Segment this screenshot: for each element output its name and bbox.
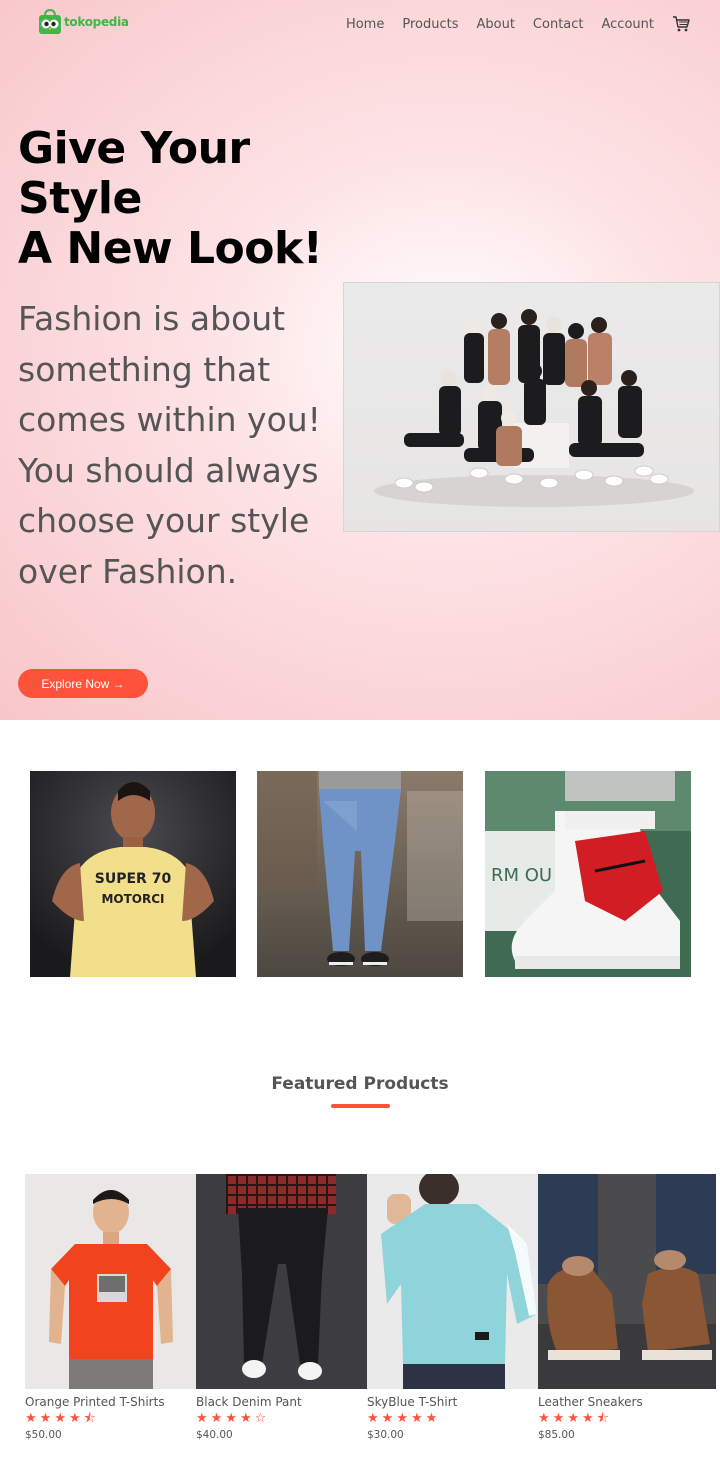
star-full-icon: ★ [425, 1411, 438, 1426]
nav-products-link[interactable]: Products [402, 17, 458, 32]
jeans-photo [257, 771, 463, 977]
product-name[interactable]: Black Denim Pant [196, 1395, 367, 1409]
star-full-icon: ★ [25, 1411, 37, 1426]
star-empty-icon: ☆ [254, 1411, 267, 1426]
hero-headline: Give Your Style A New Look! [18, 124, 338, 274]
product-image[interactable] [196, 1174, 367, 1389]
star-full-icon: ★ [239, 1411, 252, 1426]
featured-products-title: Featured Products [271, 1074, 449, 1094]
product-rating: ★ ★ ★ ★ ⯪ [538, 1412, 716, 1426]
product-image[interactable] [538, 1174, 716, 1389]
hero-tagline: Fashion is about something that comes wi… [18, 299, 321, 591]
product-price: $40.00 [196, 1429, 233, 1441]
category-tshirt-image[interactable]: SUPER 70 MOTORCI [30, 771, 236, 977]
product-image[interactable] [25, 1174, 196, 1389]
tokopedia-bag-icon [39, 9, 61, 34]
star-full-icon: ★ [552, 1411, 565, 1426]
star-full-icon: ★ [381, 1411, 394, 1426]
product-rating: ★ ★ ★ ★ ☆ [196, 1412, 367, 1426]
star-full-icon: ★ [396, 1411, 408, 1426]
sneakers-photo: RM OU [485, 771, 691, 977]
hero-section: tokopedia Home Products About Contact Ac… [0, 0, 720, 720]
product-card[interactable]: SkyBlue T-Shirt ★ ★ ★ ★ ★ $30.00 [367, 1174, 538, 1441]
skyblue-tshirt-photo [367, 1174, 538, 1389]
star-full-icon: ★ [39, 1411, 52, 1426]
star-full-icon: ★ [410, 1411, 423, 1426]
category-jeans-image[interactable] [257, 771, 463, 977]
star-half-icon: ⯪ [596, 1411, 609, 1426]
star-half-icon: ⯪ [83, 1411, 96, 1426]
hero-headline-line3: A New Look! [18, 223, 323, 274]
featured-title-underline [331, 1104, 390, 1108]
nav-about-link[interactable]: About [476, 17, 514, 32]
star-full-icon: ★ [68, 1411, 81, 1426]
star-full-icon: ★ [225, 1411, 237, 1426]
star-full-icon: ★ [196, 1411, 208, 1426]
product-rating: ★ ★ ★ ★ ★ [367, 1412, 538, 1426]
product-card[interactable]: Leather Sneakers ★ ★ ★ ★ ⯪ $85.00 [538, 1174, 716, 1441]
svg-text:MOTORCI: MOTORCI [101, 892, 164, 906]
product-price: $30.00 [367, 1429, 404, 1441]
nav-menu: Home Products About Contact Account [328, 16, 690, 32]
product-price: $85.00 [538, 1429, 575, 1441]
product-image[interactable] [367, 1174, 538, 1389]
hero-headline-line2: Style [18, 173, 142, 224]
star-full-icon: ★ [210, 1411, 223, 1426]
product-price: $50.00 [25, 1429, 62, 1441]
star-full-icon: ★ [581, 1411, 594, 1426]
product-name[interactable]: Orange Printed T-Shirts [25, 1395, 196, 1409]
svg-text:SUPER 70: SUPER 70 [95, 871, 172, 887]
nav-contact-link[interactable]: Contact [533, 17, 584, 32]
nav-account-link[interactable]: Account [602, 17, 655, 32]
star-full-icon: ★ [367, 1411, 379, 1426]
man-yellow-tshirt-photo: SUPER 70 MOTORCI [30, 771, 236, 977]
product-name[interactable]: Leather Sneakers [538, 1395, 716, 1409]
product-rating: ★ ★ ★ ★ ⯪ [25, 1412, 196, 1426]
product-card[interactable]: Orange Printed T-Shirts ★ ★ ★ ★ ⯪ $50.00 [25, 1174, 196, 1441]
svg-text:RM OU: RM OU [491, 865, 552, 886]
orange-tshirt-photo [25, 1174, 196, 1389]
star-full-icon: ★ [538, 1411, 550, 1426]
brand-name: tokopedia [64, 15, 129, 29]
product-card[interactable]: Black Denim Pant ★ ★ ★ ★ ☆ $40.00 [196, 1174, 367, 1441]
fashion-group-photo [374, 309, 694, 507]
product-name[interactable]: SkyBlue T-Shirt [367, 1395, 538, 1409]
brand-logo[interactable]: tokopedia [38, 9, 129, 35]
explore-now-button[interactable]: Explore Now → [18, 669, 148, 698]
black-denim-pant-photo [196, 1174, 367, 1389]
hero-headline-line1: Give Your [18, 123, 250, 174]
navbar: tokopedia Home Products About Contact Ac… [0, 0, 720, 48]
hero-image [343, 282, 720, 532]
star-full-icon: ★ [567, 1411, 579, 1426]
star-full-icon: ★ [54, 1411, 66, 1426]
category-sneakers-image[interactable]: RM OU [485, 771, 691, 977]
nav-home-link[interactable]: Home [346, 17, 384, 32]
leather-sneakers-photo [538, 1174, 716, 1389]
cart-icon[interactable] [672, 16, 690, 32]
